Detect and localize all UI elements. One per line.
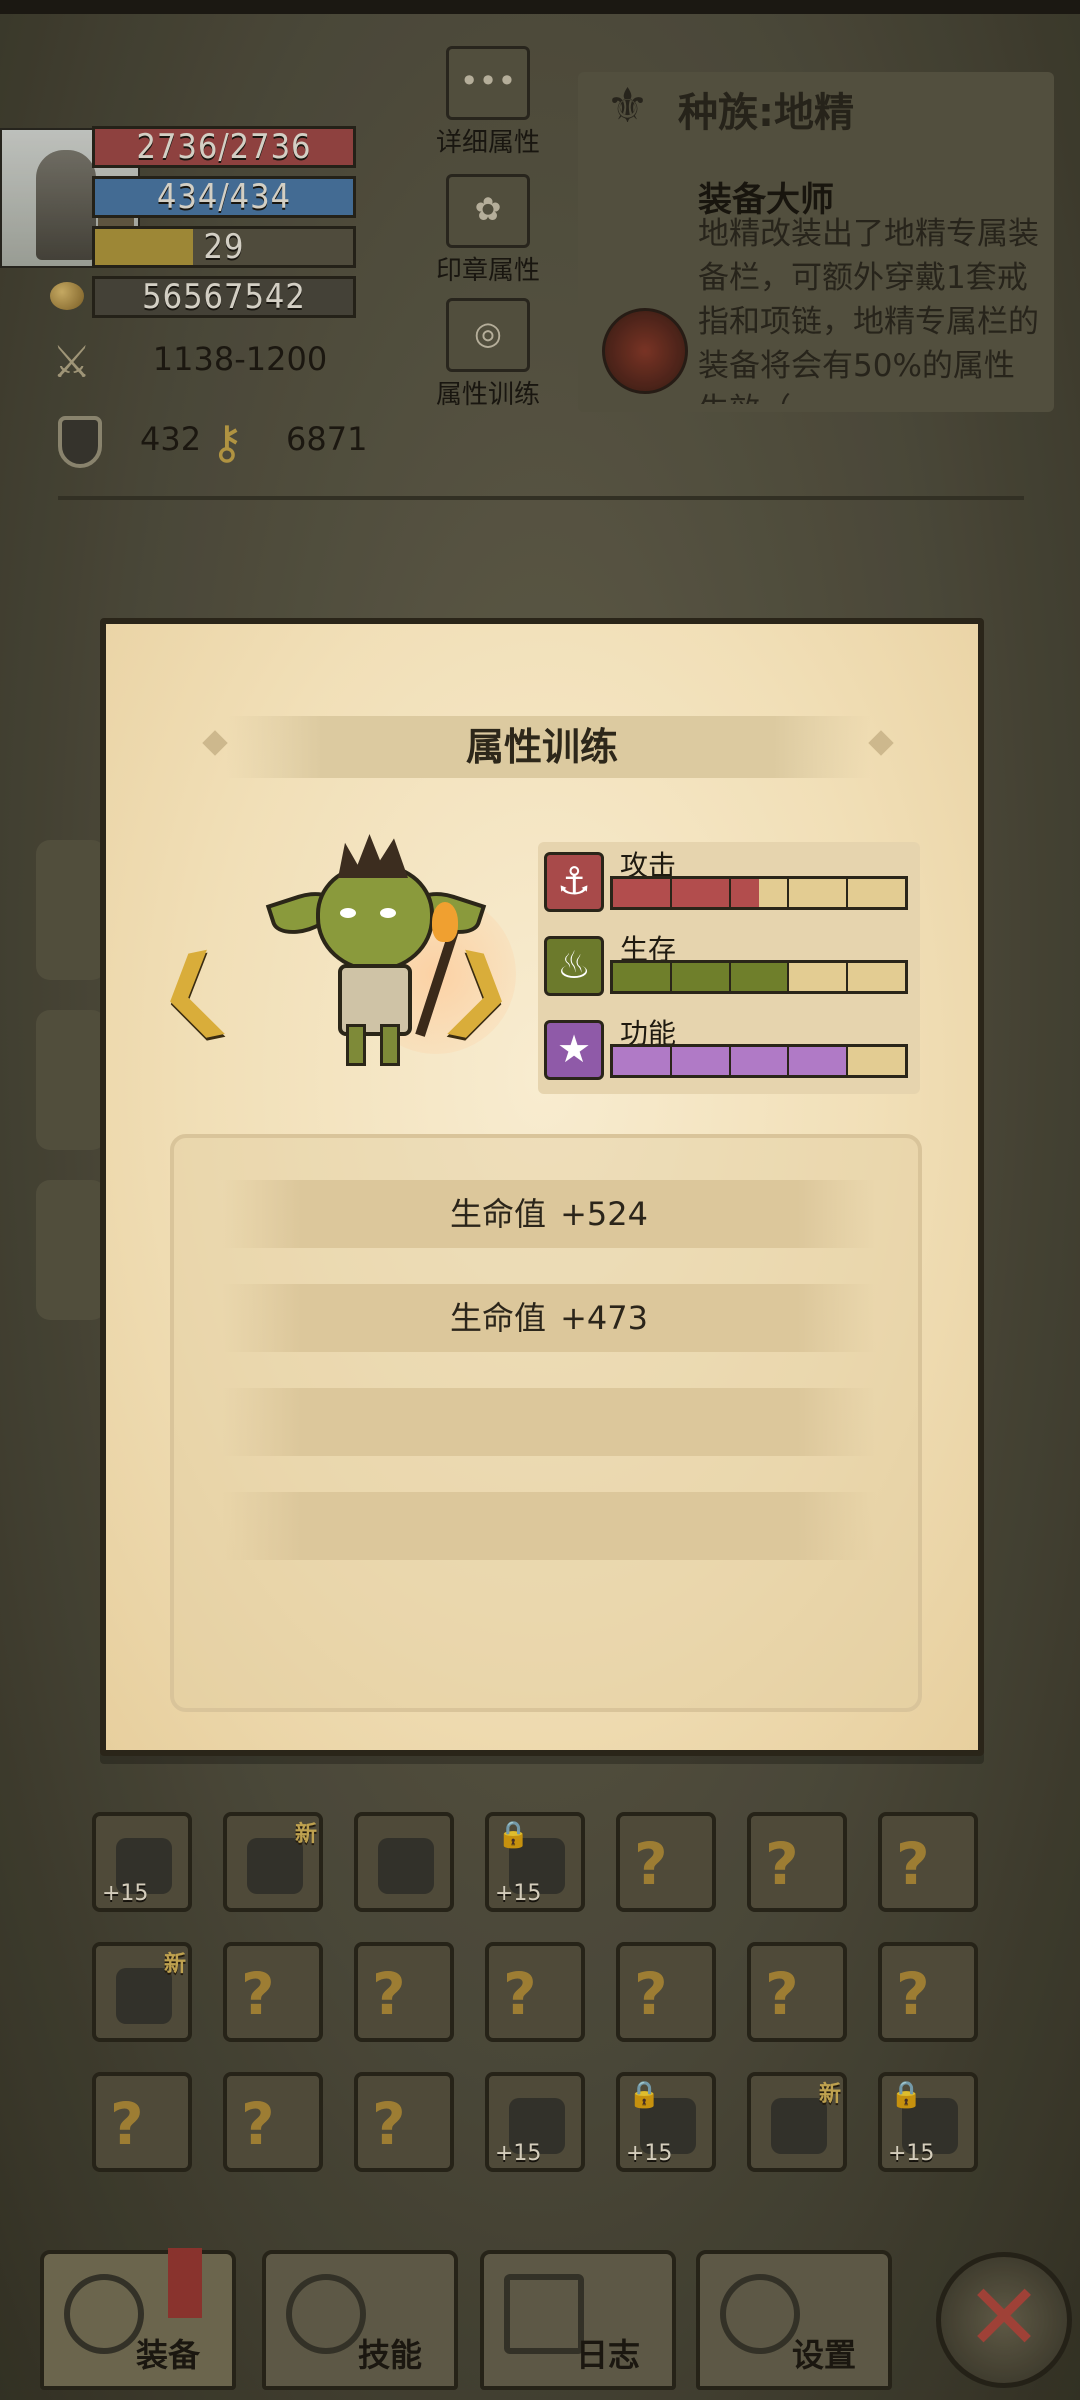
attribute-training-modal: 属性训练 ❮ ❯ ⚓ 攻击 ♨ 生存 ★ 功能 生命值 +524 生命值 +47…: [100, 618, 984, 1756]
attribute-panel: ⚓ 攻击 ♨ 生存 ★ 功能: [538, 842, 920, 1094]
star-icon: ★: [544, 1020, 604, 1080]
function-progress: [610, 1044, 908, 1078]
progress-segment: [848, 879, 905, 907]
bonus-label: 生命值: [450, 1299, 547, 1337]
progress-segment: [730, 879, 790, 907]
bonus-label: 生命值: [450, 1195, 547, 1233]
progress-segment: [789, 1047, 849, 1075]
bonus-value: +524: [560, 1195, 648, 1233]
modal-title: 属性训练: [465, 725, 618, 769]
progress-segment: [789, 879, 849, 907]
bonus-row: 生命值 +473: [222, 1284, 876, 1352]
bonus-row-empty: [222, 1492, 876, 1560]
attribute-attack[interactable]: ⚓ 攻击: [538, 844, 920, 920]
progress-segment: [848, 1047, 905, 1075]
bonus-list: 生命值 +524 生命值 +473: [170, 1134, 922, 1712]
goblin-head: [316, 864, 434, 972]
bonus-row: 生命值 +524: [222, 1180, 876, 1248]
progress-segment: [848, 963, 905, 991]
progress-segment: [671, 879, 731, 907]
bonus-row-empty: [222, 1388, 876, 1456]
prev-arrow-icon[interactable]: ❮: [146, 934, 237, 1047]
progress-segment: [730, 1047, 790, 1075]
progress-segment: [789, 963, 849, 991]
attribute-function[interactable]: ★ 功能: [538, 1012, 920, 1088]
attack-progress: [610, 876, 908, 910]
attribute-survival[interactable]: ♨ 生存: [538, 928, 920, 1004]
goblin-eye: [340, 908, 356, 918]
goblin-leg: [346, 1024, 366, 1066]
progress-segment: [730, 963, 790, 991]
goblin-hair: [338, 834, 408, 878]
survival-progress: [610, 960, 908, 994]
campfire-icon: ♨: [544, 936, 604, 996]
goblin-leg: [380, 1024, 400, 1066]
progress-segment: [613, 879, 672, 907]
progress-segment: [671, 963, 731, 991]
progress-segment: [613, 963, 672, 991]
bonus-value: +473: [560, 1299, 648, 1337]
goblin-eye: [380, 908, 396, 918]
anchor-icon: ⚓: [544, 852, 604, 912]
progress-segment: [671, 1047, 731, 1075]
progress-segment: [613, 1047, 672, 1075]
